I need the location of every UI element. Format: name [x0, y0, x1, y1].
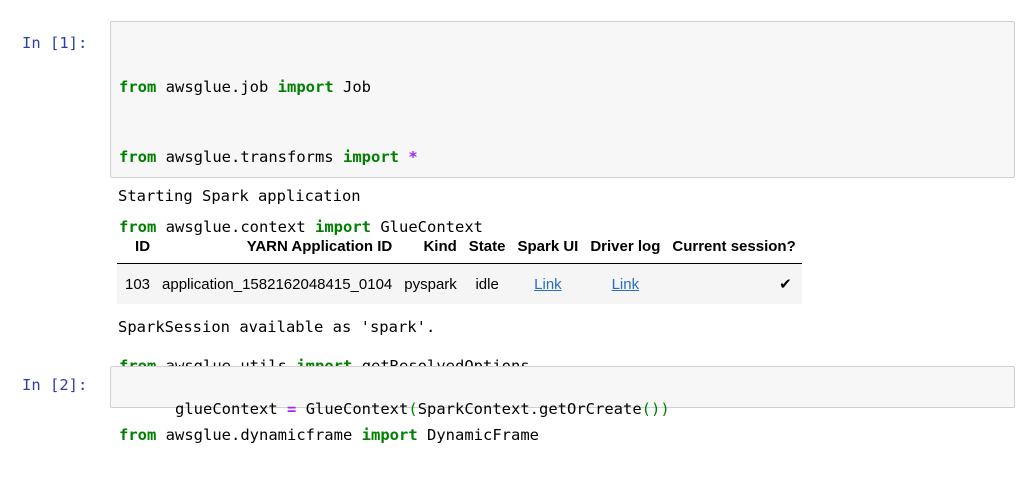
- col-header-current-session: Current session?: [672, 238, 796, 255]
- output-sparksession-text: SparkSession available as 'spark'.: [118, 318, 436, 336]
- code-line: from awsglue.job import Job: [119, 78, 372, 97]
- checkmark-icon: ✔: [779, 276, 792, 293]
- col-header-driver-log: Driver log: [590, 238, 661, 255]
- cell-id: 103: [125, 275, 151, 293]
- cell-2-input[interactable]: glueContext = GlueContext(SparkContext.g…: [110, 366, 1015, 418]
- col-header-spark-ui: Spark UI: [517, 238, 579, 255]
- driver-log-link[interactable]: Link: [612, 276, 640, 293]
- cell-spark-ui: Link: [511, 264, 584, 305]
- col-header-state: State: [468, 238, 506, 255]
- code-cell-2[interactable]: In [2]: glueContext = GlueContext(SparkC…: [0, 360, 1024, 418]
- cell-state: idle: [475, 275, 499, 293]
- cell-current-session: ✔: [666, 264, 801, 305]
- cell-kind: pyspark: [404, 275, 457, 293]
- output-starting-text: Starting Spark application: [118, 187, 361, 205]
- cell-2-code[interactable]: glueContext = GlueContext(SparkContext.g…: [119, 375, 670, 445]
- cell-2-prompt: In [2]:: [22, 376, 88, 394]
- table-row: 103 application_1582162048415_0104 pyspa…: [117, 263, 802, 305]
- cell-yarn-app-id: application_1582162048415_0104: [162, 275, 393, 293]
- spark-ui-link[interactable]: Link: [534, 276, 562, 293]
- cell-driver-log: Link: [584, 264, 666, 305]
- code-line: from awsglue.transforms import *: [119, 148, 418, 167]
- col-header-id: ID: [135, 238, 151, 255]
- cell-1-prompt: In [1]:: [22, 34, 88, 52]
- code-cell-1[interactable]: In [1]: from awsglue.job import Job from…: [0, 0, 1024, 444]
- table-header-row: ID YARN Application ID Kind State Spark …: [117, 230, 802, 264]
- cell-1-input[interactable]: from awsglue.job import Job from awsglue…: [110, 21, 1015, 444]
- spark-session-table: ID YARN Application ID Kind State Spark …: [117, 230, 802, 304]
- col-header-yarn-app-id: YARN Application ID: [246, 238, 393, 255]
- col-header-kind: Kind: [423, 238, 457, 255]
